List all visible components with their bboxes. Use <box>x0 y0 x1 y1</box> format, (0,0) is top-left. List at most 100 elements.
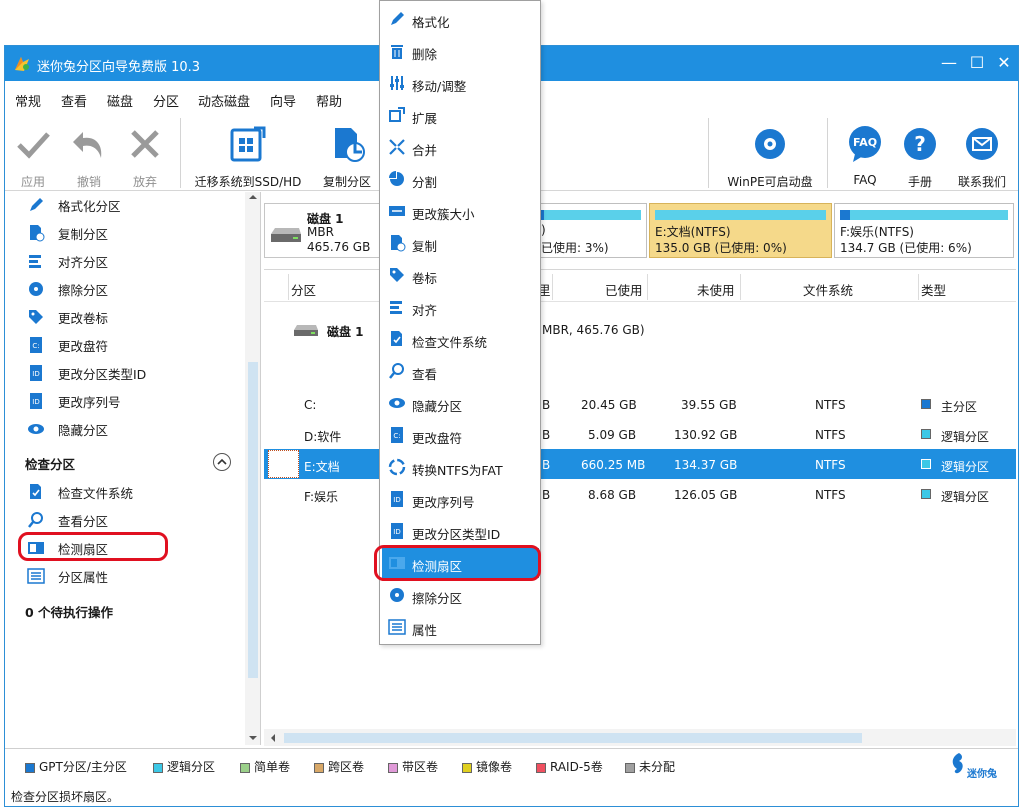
check-filesystem-icon <box>391 331 402 346</box>
align-icon <box>390 301 402 314</box>
convert-icon <box>388 458 406 476</box>
menu-item-convert-ntfs-fat[interactable]: 转换NTFS为FAT <box>382 452 539 482</box>
menu-item-merge[interactable]: 合并 <box>382 132 539 162</box>
svg-text:ID: ID <box>32 398 39 406</box>
menu-item-check-file-system[interactable]: 检查文件系统 <box>382 324 539 354</box>
merge-arrows-icon <box>389 139 405 155</box>
migrate-os-button[interactable]: 迁移系统到SSD/HD <box>193 124 303 190</box>
cluster-size-icon <box>389 206 405 216</box>
minimize-button[interactable]: — <box>937 52 961 74</box>
menu-item-explore[interactable]: 查看 <box>382 356 539 386</box>
wipe-disc-icon <box>29 282 43 296</box>
disk-row[interactable]: 磁盘 1 ( MBR, 465.76 GB) <box>264 308 1016 344</box>
scroll-down-icon[interactable] <box>248 733 258 743</box>
left-panel-scrollbar[interactable] <box>245 192 260 745</box>
maximize-button[interactable]: ☐ <box>965 52 989 74</box>
partition-block-f[interactable]: F:娱乐(NTFS) 134.7 GB (已使用: 6%) <box>834 203 1014 258</box>
menu-dynamic-disk[interactable]: 动态磁盘 <box>198 91 250 110</box>
faq-button[interactable]: FAQ FAQ <box>845 124 885 187</box>
magnifier-icon <box>28 512 43 528</box>
undo-button[interactable]: 撤销 <box>69 124 109 190</box>
partition-block-e-selected[interactable]: E:文档(NTFS) 135.0 GB (已使用: 0%) <box>649 203 832 258</box>
partition-block-d[interactable]: ) 已使用: 3%) <box>535 203 647 258</box>
menu-item-change-drive-letter[interactable]: C: 更改盘符 <box>382 420 539 450</box>
type-color-swatch <box>921 489 931 499</box>
table-row[interactable]: D:软件 B 5.09 GB 130.92 GB NTFS 逻辑分区 <box>264 419 1016 449</box>
magnifier-icon <box>389 363 404 379</box>
svg-text:FAQ: FAQ <box>853 136 877 149</box>
menu-item-delete[interactable]: 删除 <box>382 36 539 66</box>
menu-item-change-serial[interactable]: ID 更改序列号 <box>382 484 539 514</box>
menu-item-change-type-id[interactable]: ID 更改分区类型ID <box>382 516 539 546</box>
partition-context-menu: 格式化 删除 移动/调整 扩展 合并 分割 更改簇大小 复制 卷标 对齐 检查文… <box>374 0 541 645</box>
pencil-icon <box>30 198 43 211</box>
menu-item-label[interactable]: 卷标 <box>382 260 539 290</box>
winpe-bootable-button[interactable]: WinPE可启动盘 <box>723 124 817 190</box>
header-type[interactable]: 类型 <box>921 280 946 299</box>
red-highlight-ring-left <box>18 532 168 561</box>
legend-mirrored: 镜像卷 <box>462 758 512 775</box>
menu-item-move-resize[interactable]: 移动/调整 <box>382 68 539 98</box>
align-icon <box>29 255 41 268</box>
menu-item-split[interactable]: 分割 <box>382 164 539 194</box>
collapse-chevron-icon[interactable] <box>212 452 232 472</box>
legend-logical: 逻辑分区 <box>153 758 215 775</box>
svg-text:ID: ID <box>32 370 39 378</box>
discard-button[interactable]: 放弃 <box>125 124 165 190</box>
scroll-up-icon[interactable] <box>248 192 258 202</box>
legend-raid5: RAID-5卷 <box>536 758 603 775</box>
contact-us-button[interactable]: 联系我们 <box>955 124 1009 190</box>
header-used[interactable]: 已使用 <box>605 280 643 299</box>
hide-eye-icon <box>389 398 405 408</box>
header-partition[interactable]: 分区 <box>291 280 316 299</box>
help-question-icon: ? <box>904 128 936 160</box>
menu-help[interactable]: 帮助 <box>316 91 342 110</box>
menu-item-copy[interactable]: 复制 <box>382 228 539 258</box>
table-horizontal-scrollbar[interactable] <box>264 729 1016 746</box>
brand-name: 迷你兔 <box>967 769 997 780</box>
horizontal-scrollbar-thumb[interactable] <box>284 733 862 743</box>
serial-number-icon: ID <box>30 393 42 409</box>
legend-swatch <box>462 762 472 773</box>
properties-list-icon <box>388 619 406 635</box>
legend-swatch <box>536 762 546 773</box>
table-row[interactable]: C: B 20.45 GB 39.55 GB NTFS 主分区 <box>264 389 1016 419</box>
menu-item-change-cluster-size[interactable]: 更改簇大小 <box>382 196 539 226</box>
header-filesystem[interactable]: 文件系统 <box>803 280 853 299</box>
brand-logo-icon <box>952 753 963 774</box>
left-scrollbar-thumb[interactable] <box>248 362 258 678</box>
menu-partition[interactable]: 分区 <box>153 91 179 110</box>
serial-number-icon: ID <box>391 491 403 507</box>
menu-item-hide-partition[interactable]: 隐藏分区 <box>382 388 539 418</box>
menu-item-format[interactable]: 格式化 <box>382 4 539 34</box>
header-unused[interactable]: 未使用 <box>697 280 735 299</box>
svg-text:C:: C: <box>32 342 39 350</box>
usage-bar <box>541 210 641 220</box>
window-title: 迷你兔分区向导免费版 10.3 <box>37 60 201 75</box>
table-row-selected[interactable]: E:文档 B 660.25 MB 134.37 GB NTFS 逻辑分区 <box>264 449 1016 479</box>
copy-partition-button[interactable]: 复制分区 <box>317 124 377 190</box>
menu-item-wipe-partition[interactable]: 擦除分区 <box>382 580 539 610</box>
wipe-disc-icon <box>390 588 404 602</box>
hide-eye-icon <box>28 424 44 434</box>
menu-item-extend[interactable]: 扩展 <box>382 100 539 130</box>
menu-wizard[interactable]: 向导 <box>270 91 296 110</box>
usage-bar <box>840 210 1008 220</box>
menu-item-align[interactable]: 对齐 <box>382 292 539 322</box>
scroll-left-icon[interactable] <box>268 733 278 743</box>
checkmark-icon <box>17 132 50 159</box>
menu-general[interactable]: 常规 <box>15 91 41 110</box>
type-id-icon: ID <box>391 523 403 539</box>
table-row[interactable]: F:娱乐 B 8.68 GB 126.05 GB NTFS 逻辑分区 <box>264 479 1016 509</box>
menu-item-properties[interactable]: 属性 <box>382 612 539 642</box>
svg-text:ID: ID <box>393 528 400 536</box>
menu-disk[interactable]: 磁盘 <box>107 91 133 110</box>
toolbar-separator <box>708 118 709 188</box>
menu-view[interactable]: 查看 <box>61 91 87 110</box>
apply-button[interactable]: 应用 <box>13 124 53 190</box>
manual-button[interactable]: ? 手册 <box>900 124 940 190</box>
usage-bar-fill <box>541 210 544 220</box>
close-button[interactable]: ✕ <box>992 52 1016 74</box>
type-color-swatch <box>921 429 931 439</box>
legend-swatch <box>153 762 163 773</box>
